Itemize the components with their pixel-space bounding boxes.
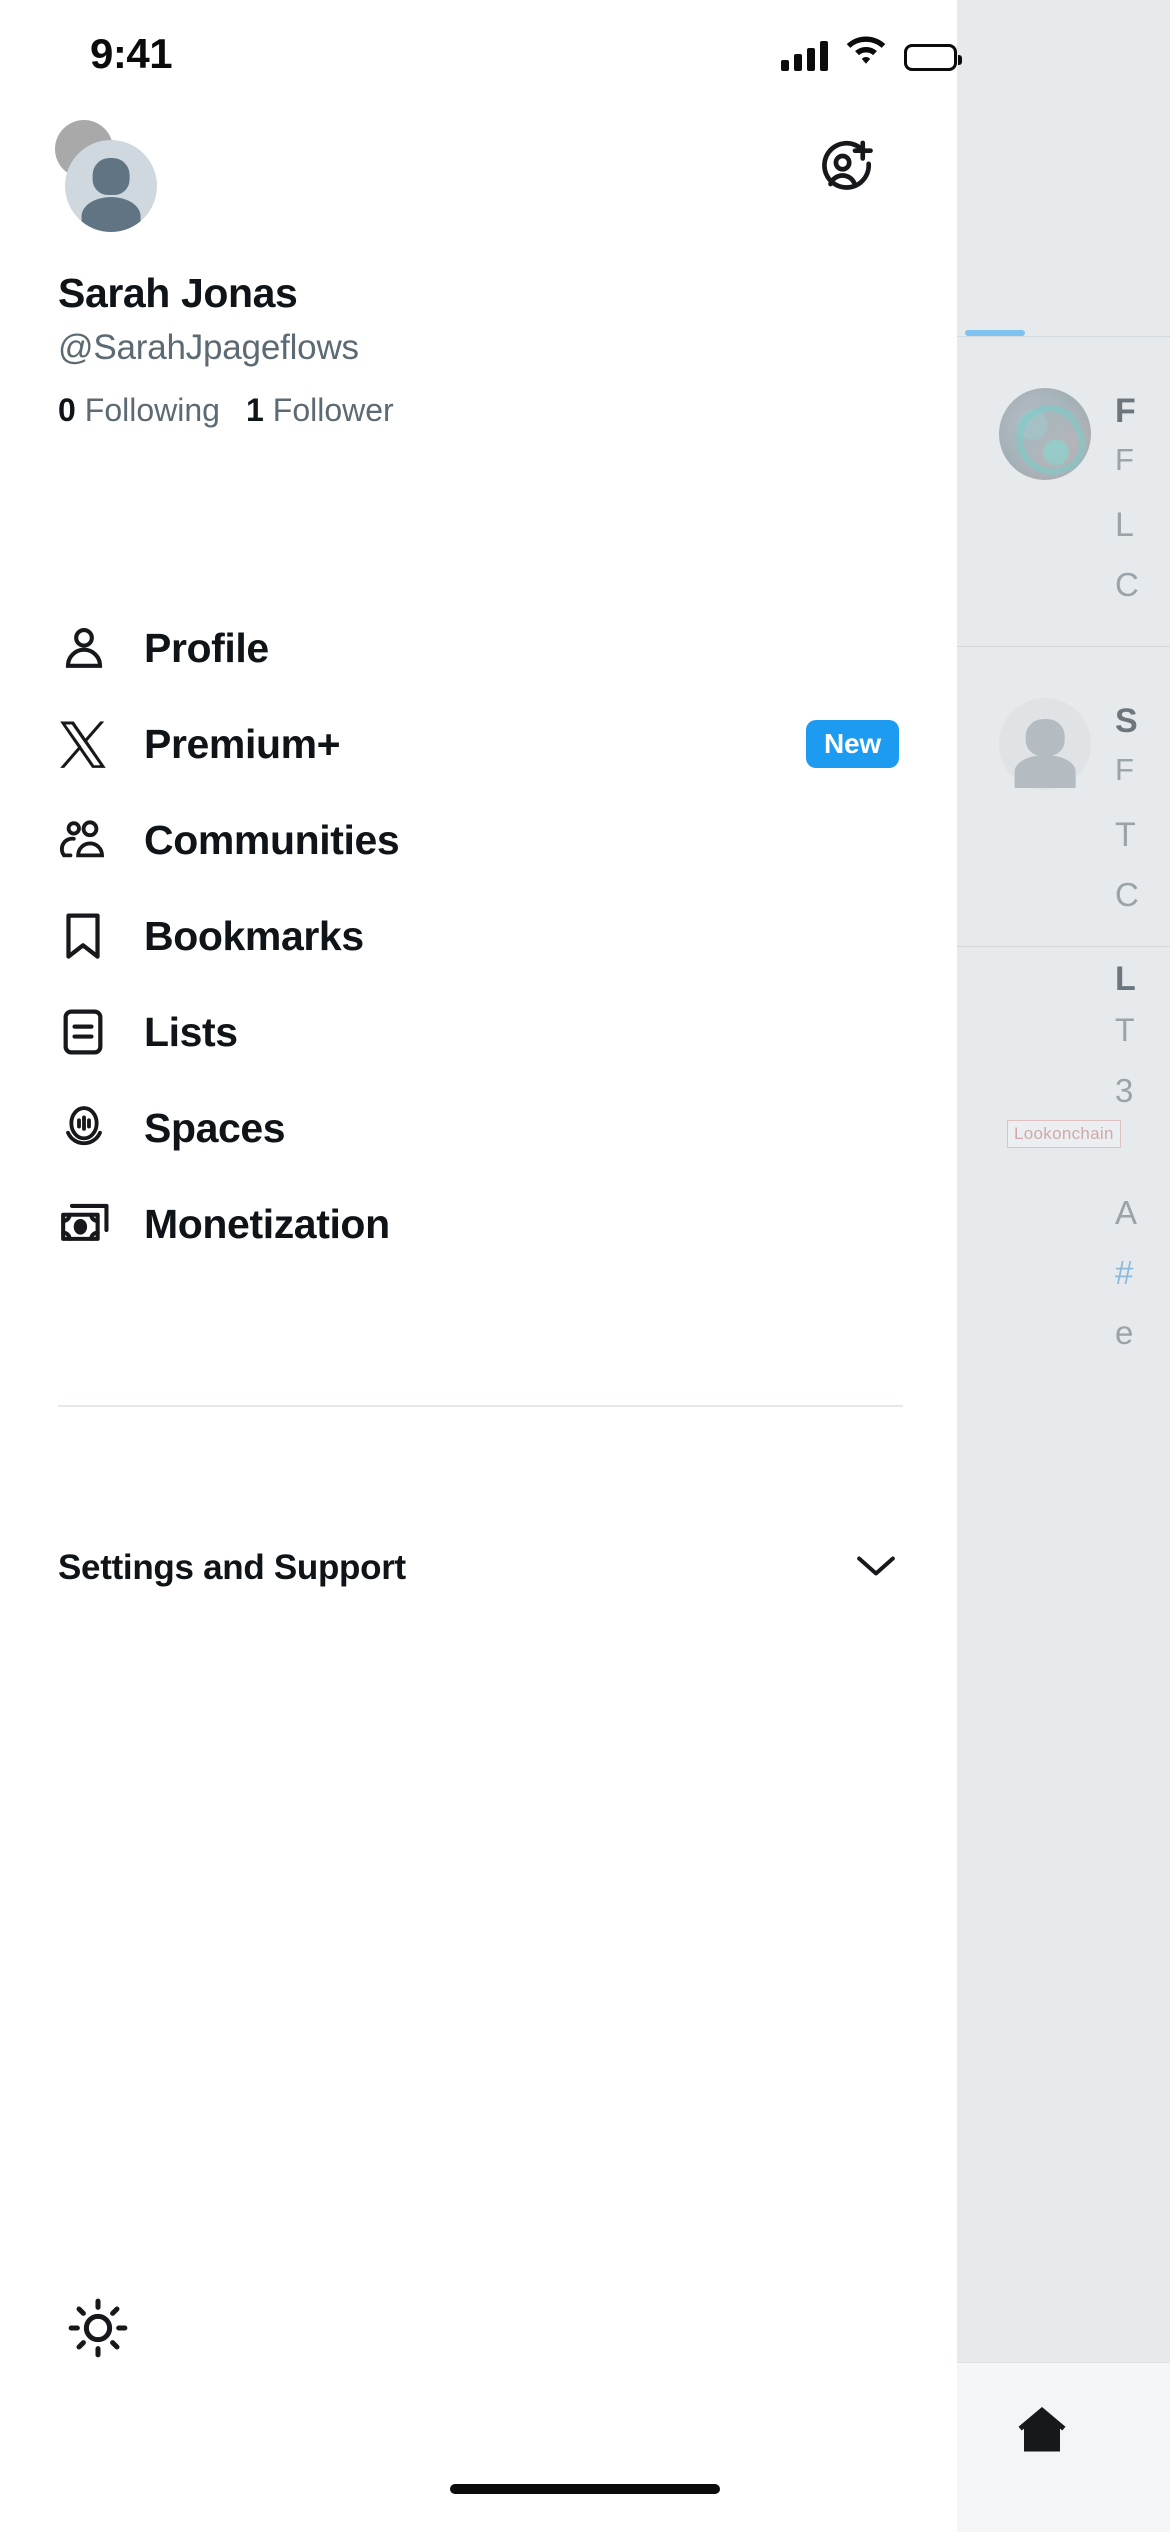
nav-item-label: Monetization [144, 1200, 390, 1247]
status-bar-time: 9:41 [90, 30, 173, 77]
people-icon [58, 813, 122, 867]
backdrop-watermark: Lookonchain [1007, 1120, 1121, 1148]
backdrop-avatar-photo[interactable] [999, 388, 1091, 480]
backdrop-post-name: S [1115, 702, 1138, 740]
followers-count: 1 [245, 392, 264, 428]
backdrop-post-text: C [1115, 876, 1139, 913]
money-icon [58, 1198, 122, 1250]
nav-item-label: Lists [144, 1008, 238, 1055]
avatar[interactable] [65, 140, 157, 232]
backdrop-post-hashtag[interactable]: # [1115, 1254, 1170, 1292]
avatar-body [81, 197, 141, 232]
settings-and-support-label: Settings and Support [58, 1548, 406, 1587]
followers-stat[interactable]: 1 Follower [246, 392, 394, 429]
spaces-icon [58, 1101, 122, 1155]
settings-and-support-row[interactable]: Settings and Support [0, 1518, 957, 1618]
phone-screen: F F L C S F T C Lookonchain L T 3 A # e [0, 0, 1170, 2532]
following-label: Following [84, 392, 220, 428]
brightness-sun-icon [67, 2297, 129, 2364]
home-indicator [450, 2484, 720, 2494]
backdrop-post-text: L [1115, 506, 1134, 544]
nav-item-communities[interactable]: Communities [0, 792, 957, 888]
nav-item-profile[interactable]: Profile [0, 600, 957, 696]
backdrop-post-handle: F [1115, 442, 1134, 477]
backdrop-post-handle: F [1115, 752, 1134, 787]
chevron-down-icon [853, 1551, 899, 1586]
profile-handle: @SarahJpageflows [58, 328, 359, 367]
drawer-divider [58, 1405, 903, 1407]
backdrop-post[interactable]: Lookonchain L T 3 A # e [957, 946, 1170, 1446]
signal-bars-icon [781, 41, 828, 71]
nav-item-label: Spaces [144, 1104, 286, 1151]
drawer-nav-list: Profile Premium+ New Communities Bookmar… [0, 600, 957, 1272]
nav-item-label: Profile [144, 624, 269, 671]
nav-item-premium[interactable]: Premium+ New [0, 696, 957, 792]
add-account-icon [815, 137, 879, 206]
bookmark-icon [58, 910, 122, 962]
nav-item-label: Premium+ [144, 720, 341, 767]
follow-stats: 0 Following 1 Follower [58, 392, 394, 429]
dimmed-timeline-backdrop[interactable]: F F L C S F T C Lookonchain L T 3 A # e [957, 0, 1170, 2532]
backdrop-post-text: C [1115, 566, 1139, 603]
nav-item-label: Communities [144, 816, 400, 863]
backdrop-post[interactable]: S F T C [957, 646, 1170, 946]
followers-label: Follower [272, 392, 394, 428]
nav-item-monetization[interactable]: Monetization [0, 1176, 957, 1272]
home-icon[interactable] [1009, 2399, 1075, 2464]
nav-item-lists[interactable]: Lists [0, 984, 957, 1080]
backdrop-post-name: L [1115, 960, 1136, 998]
account-side-drawer: Sarah Jonas @SarahJpageflows 0 Following… [0, 0, 957, 2532]
following-stat[interactable]: 0 Following [58, 392, 220, 429]
nav-item-spaces[interactable]: Spaces [0, 1080, 957, 1176]
backdrop-post-name: F [1115, 392, 1136, 430]
profile-display-name: Sarah Jonas [58, 270, 298, 316]
wifi-icon [846, 36, 886, 71]
battery-full-icon [904, 44, 962, 71]
backdrop-post-text: e [1115, 1314, 1134, 1351]
backdrop-post-text: A [1115, 1194, 1138, 1231]
backdrop-bottom-tab-bar[interactable] [957, 2362, 1170, 2532]
nav-item-bookmarks[interactable]: Bookmarks [0, 888, 957, 984]
nav-item-label: Bookmarks [144, 912, 364, 959]
x-logo-icon [58, 719, 122, 769]
backdrop-status-strip [957, 0, 1170, 100]
backdrop-post[interactable]: F F L C [957, 336, 1170, 646]
person-icon [58, 622, 122, 674]
status-bar: 9:41 [0, 0, 962, 100]
backdrop-avatar-generic[interactable] [999, 698, 1091, 790]
avatar-head [92, 158, 130, 196]
backdrop-post-handle: T [1115, 1012, 1135, 1048]
backdrop-post-text: 3 [1115, 1072, 1134, 1109]
avatar-group[interactable] [55, 120, 157, 232]
new-badge: New [806, 720, 899, 768]
add-account-button[interactable] [811, 135, 883, 207]
following-count: 0 [58, 392, 76, 428]
backdrop-post-text: T [1115, 816, 1136, 854]
status-bar-icons [781, 36, 962, 71]
lists-icon [58, 1006, 122, 1058]
appearance-toggle-button[interactable] [58, 2290, 138, 2370]
